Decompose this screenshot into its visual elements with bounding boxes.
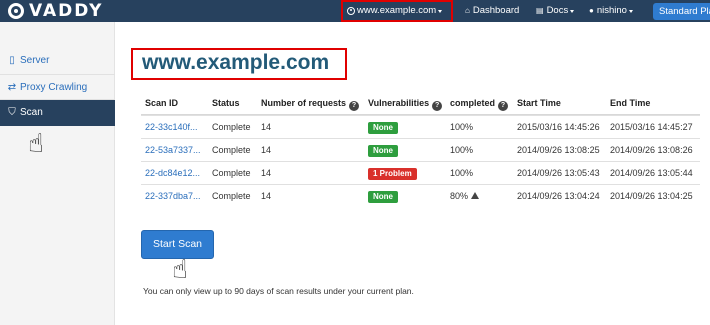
scan-id-link[interactable]: 22-53a7337... bbox=[145, 139, 201, 162]
help-icon[interactable]: ? bbox=[349, 101, 360, 111]
status-badge: None bbox=[368, 144, 398, 157]
start-time-cell: 2014/09/26 13:08:25 bbox=[517, 145, 600, 155]
scan-id-link[interactable]: 22-dc84e12... bbox=[145, 162, 200, 185]
page-title: www.example.com bbox=[142, 51, 330, 74]
plan-limit-note: You can only view up to 90 days of scan … bbox=[143, 286, 414, 296]
nav-user-label: nishino bbox=[596, 5, 627, 16]
status-badge[interactable]: 1 Problem bbox=[368, 167, 417, 180]
completed-value: 80% bbox=[450, 191, 469, 201]
nav-user-dropdown[interactable]: ● nishino bbox=[589, 0, 633, 22]
scan-id-link[interactable]: 22-33c140f... bbox=[145, 116, 198, 139]
vulnerabilities-cell: None bbox=[368, 139, 398, 162]
chevron-down-icon bbox=[570, 9, 575, 13]
completed-cell: 100% bbox=[450, 122, 474, 132]
help-icon[interactable]: ? bbox=[432, 101, 443, 111]
start-time-cell: 2014/09/26 13:05:43 bbox=[517, 168, 600, 178]
end-time-cell: 2015/03/16 14:45:27 bbox=[610, 122, 693, 132]
vulnerabilities-cell: 1 Problem bbox=[368, 162, 417, 185]
scan-id-link[interactable]: 22-337dba7... bbox=[145, 185, 201, 208]
requests-cell: 14 bbox=[261, 191, 272, 201]
logo-icon bbox=[8, 3, 24, 19]
table-row: 22-337dba7... Complete 14 None 80% 2014/… bbox=[141, 184, 700, 207]
sidebar-item-scan[interactable]: ⛉ Scan bbox=[0, 100, 115, 126]
status-badge: None bbox=[368, 190, 398, 203]
pointer-hand-icon: ☝ bbox=[28, 128, 44, 158]
home-icon: ⌂ bbox=[465, 6, 470, 15]
table-row: 22-33c140f... Complete 14 None 100% 2015… bbox=[141, 115, 700, 138]
status-cell: Complete bbox=[212, 145, 251, 155]
shield-icon: ⛉ bbox=[8, 107, 16, 118]
logo-text: VADDY bbox=[29, 1, 104, 21]
sidebar-item-label: Server bbox=[20, 55, 50, 66]
nav-docs-label: Docs bbox=[546, 5, 569, 16]
end-time-cell: 2014/09/26 13:04:25 bbox=[610, 191, 693, 201]
warning-icon[interactable] bbox=[471, 192, 480, 199]
start-time-cell: 2014/09/26 13:04:24 bbox=[517, 191, 600, 201]
requests-cell: 14 bbox=[261, 145, 272, 155]
server-icon: ▯ bbox=[9, 55, 15, 66]
pointer-hand-icon: ☝ bbox=[172, 254, 188, 284]
scan-table: Scan ID Status Number of requests? Vulne… bbox=[141, 92, 700, 207]
globe-icon bbox=[347, 7, 355, 15]
vaddy-logo[interactable]: VADDY bbox=[8, 1, 103, 21]
help-icon[interactable]: ? bbox=[498, 101, 509, 111]
top-navbar: VADDY www.example.com ⌂ Dashboard ▤ Docs… bbox=[0, 0, 710, 22]
end-time-cell: 2014/09/26 13:05:44 bbox=[610, 168, 693, 178]
status-cell: Complete bbox=[212, 122, 251, 132]
sidebar-item-proxy-crawling[interactable]: ⇄ Proxy Crawling bbox=[0, 74, 115, 100]
header-status: Status bbox=[212, 98, 240, 108]
nav-docs-dropdown[interactable]: ▤ Docs bbox=[536, 0, 575, 22]
nav-dashboard-link[interactable]: ⌂ Dashboard bbox=[465, 0, 519, 22]
sidebar-item-server[interactable]: ▯ Server bbox=[0, 48, 115, 74]
table-row: 22-53a7337... Complete 14 None 100% 2014… bbox=[141, 138, 700, 161]
header-vulnerabilities-label: Vulnerabilities bbox=[368, 98, 430, 108]
header-completed: completed? bbox=[450, 92, 509, 115]
completed-cell: 100% bbox=[450, 145, 474, 155]
header-vulnerabilities: Vulnerabilities? bbox=[368, 92, 443, 115]
header-completed-label: completed bbox=[450, 98, 496, 108]
site-selector-dropdown[interactable]: www.example.com bbox=[341, 0, 453, 22]
header-end-time: End Time bbox=[610, 98, 651, 108]
completed-cell: 80% bbox=[450, 185, 480, 208]
plan-button[interactable]: Standard Plan bbox=[653, 3, 710, 20]
exchange-icon: ⇄ bbox=[7, 82, 17, 93]
vulnerabilities-cell: None bbox=[368, 185, 398, 208]
table-row: 22-dc84e12... Complete 14 1 Problem 100%… bbox=[141, 161, 700, 184]
status-cell: Complete bbox=[212, 191, 251, 201]
completed-cell: 100% bbox=[450, 168, 474, 178]
end-time-cell: 2014/09/26 13:08:26 bbox=[610, 145, 693, 155]
sidebar-item-label: Scan bbox=[20, 107, 43, 118]
sidebar: ▯ Server ⇄ Proxy Crawling ⛉ Scan bbox=[0, 22, 115, 325]
requests-cell: 14 bbox=[261, 168, 272, 178]
requests-cell: 14 bbox=[261, 122, 272, 132]
chevron-down-icon bbox=[628, 9, 633, 13]
table-header-row: Scan ID Status Number of requests? Vulne… bbox=[141, 92, 700, 115]
status-cell: Complete bbox=[212, 168, 251, 178]
site-selector-label: www.example.com bbox=[357, 5, 437, 16]
start-time-cell: 2015/03/16 14:45:26 bbox=[517, 122, 600, 132]
sidebar-item-label: Proxy Crawling bbox=[20, 82, 88, 93]
header-requests-label: Number of requests bbox=[261, 98, 347, 108]
nav-dashboard-label: Dashboard bbox=[472, 5, 520, 16]
header-start-time: Start Time bbox=[517, 98, 561, 108]
header-requests: Number of requests? bbox=[261, 92, 360, 115]
status-badge: None bbox=[368, 121, 398, 134]
header-scan-id: Scan ID bbox=[145, 98, 179, 108]
vulnerabilities-cell: None bbox=[368, 116, 398, 139]
user-icon: ● bbox=[589, 6, 594, 15]
book-icon: ▤ bbox=[536, 6, 544, 15]
chevron-down-icon bbox=[438, 9, 443, 13]
